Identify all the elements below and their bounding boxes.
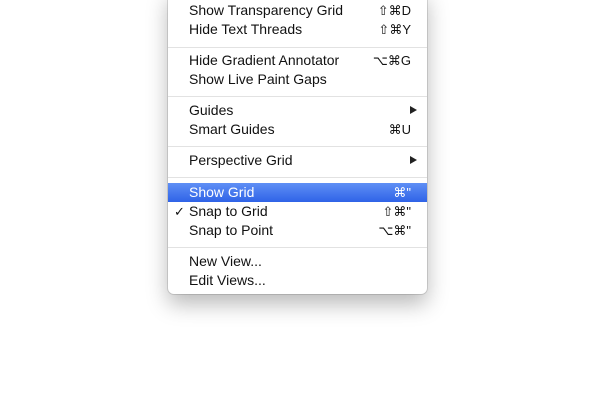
menu-item-perspective-grid[interactable]: Perspective Grid <box>168 151 427 170</box>
menu-item-label: Hide Gradient Annotator <box>189 52 340 68</box>
menu-item-label: Edit Views... <box>189 272 266 288</box>
menu-item-label: Hide Text Threads <box>189 21 303 37</box>
menu-item-label: Snap to Grid <box>189 203 268 219</box>
menu-separator <box>168 247 427 248</box>
menu-item-snap-to-point[interactable]: Snap to Point ⌥⌘" <box>168 221 427 240</box>
menu-separator <box>168 47 427 48</box>
menu-separator <box>168 177 427 178</box>
menu-item-label: Show Live Paint Gaps <box>189 71 327 87</box>
menu-item-snap-to-grid[interactable]: ✓ Snap to Grid ⇧⌘" <box>168 202 427 221</box>
menu-item-show-transparency-grid[interactable]: Show Transparency Grid ⇧⌘D <box>168 1 427 20</box>
menu-item-shortcut: ⌘U <box>388 122 411 137</box>
submenu-arrow-icon <box>410 156 417 164</box>
menu-item-hide-text-threads[interactable]: Hide Text Threads ⇧⌘Y <box>168 20 427 39</box>
screen: Show Transparency Grid ⇧⌘D Hide Text Thr… <box>0 0 600 408</box>
menu-item-new-view[interactable]: New View... <box>168 252 427 271</box>
menu-item-label: Snap to Point <box>189 222 274 238</box>
menu-item-show-grid[interactable]: Show Grid ⌘" <box>168 183 427 202</box>
menu-item-edit-views[interactable]: Edit Views... <box>168 271 427 290</box>
menu-item-hide-gradient-annotator[interactable]: Hide Gradient Annotator ⌥⌘G <box>168 51 427 70</box>
submenu-arrow-icon <box>410 106 417 114</box>
menu-item-smart-guides[interactable]: Smart Guides ⌘U <box>168 120 427 139</box>
menu-item-shortcut: ⌘" <box>393 185 411 200</box>
menu-item-shortcut: ⇧⌘Y <box>378 22 411 37</box>
menu-item-shortcut: ⇧⌘D <box>377 3 411 18</box>
menu-item-show-live-paint-gaps[interactable]: Show Live Paint Gaps <box>168 70 427 89</box>
menu-item-label: Show Grid <box>189 184 255 200</box>
checkmark-icon: ✓ <box>174 204 185 219</box>
view-menu-dropdown: Show Transparency Grid ⇧⌘D Hide Text Thr… <box>168 0 427 294</box>
menu-item-label: Smart Guides <box>189 121 275 137</box>
menu-item-label: Show Transparency Grid <box>189 2 344 18</box>
menu-item-label: Guides <box>189 102 234 118</box>
menu-item-label: New View... <box>189 253 262 269</box>
menu-separator <box>168 146 427 147</box>
menu-item-shortcut: ⇧⌘" <box>382 204 411 219</box>
menu-item-label: Perspective Grid <box>189 152 293 168</box>
menu-item-guides[interactable]: Guides <box>168 101 427 120</box>
menu-item-shortcut: ⌥⌘" <box>378 223 411 238</box>
menu-item-shortcut: ⌥⌘G <box>372 53 411 68</box>
menu-separator <box>168 96 427 97</box>
